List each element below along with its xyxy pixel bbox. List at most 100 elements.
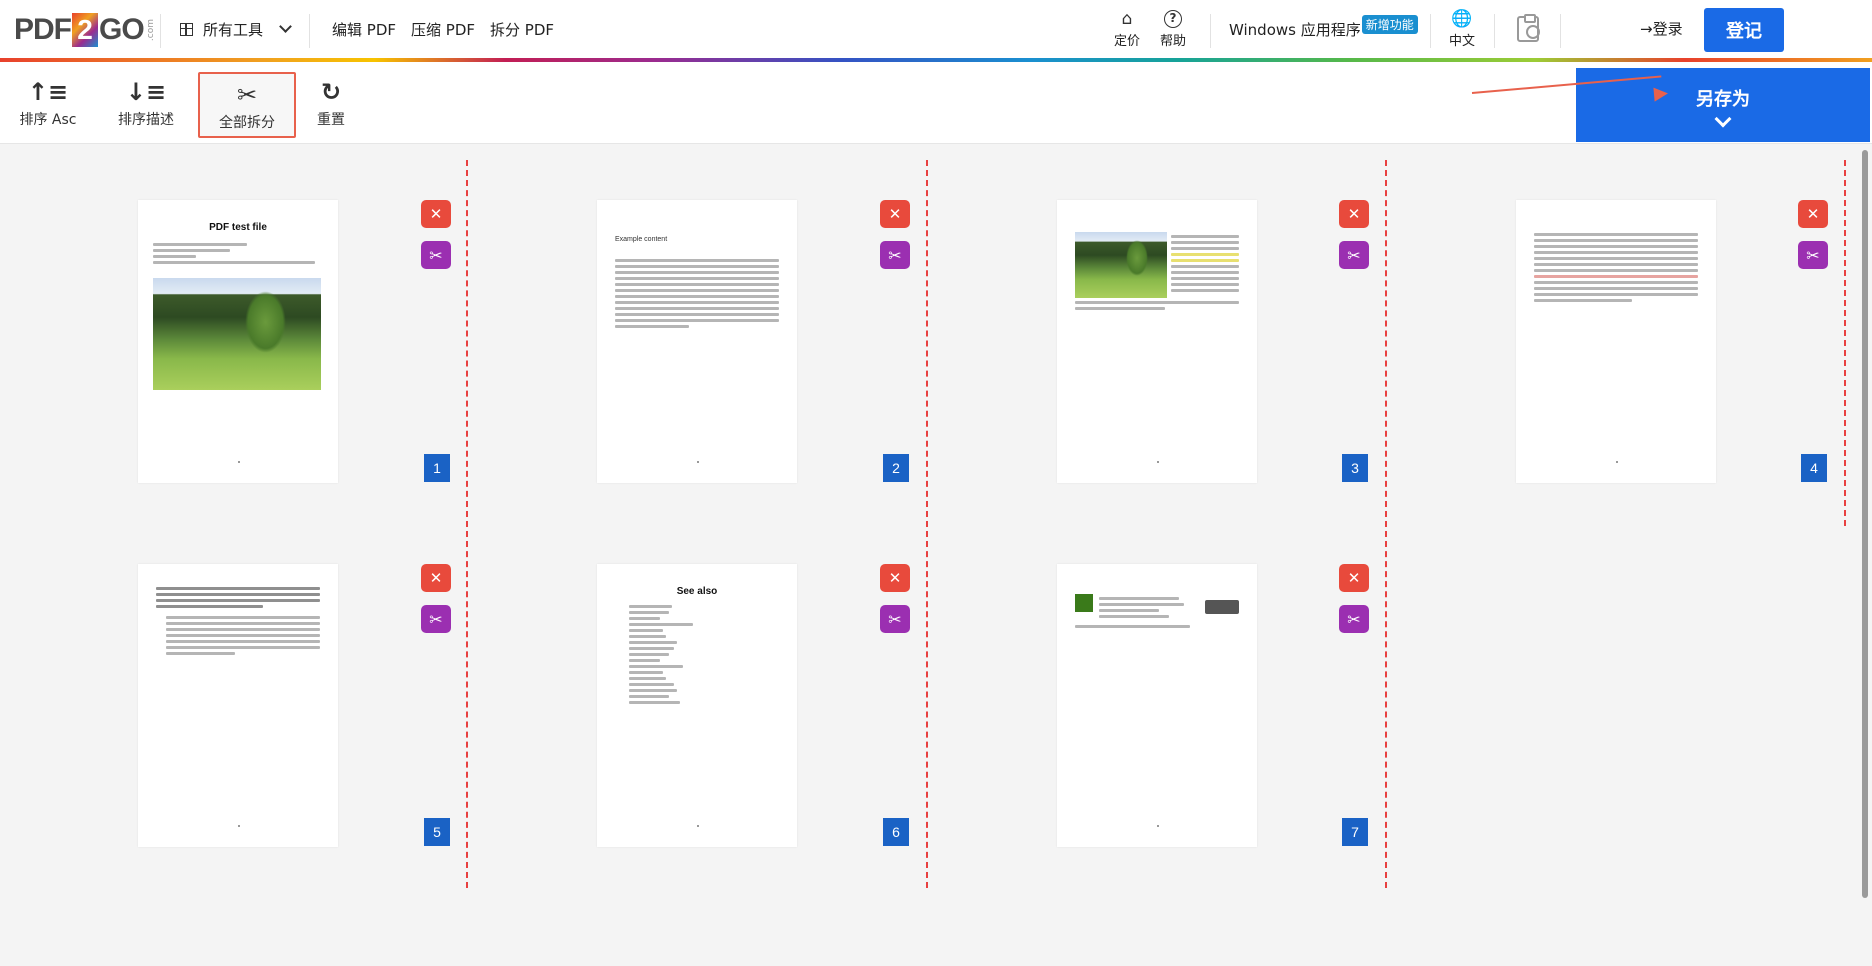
page-number-badge: 1 — [424, 454, 450, 482]
page-number-badge: 3 — [1342, 454, 1368, 482]
split-marker[interactable] — [1385, 160, 1387, 888]
delete-page-button[interactable]: ✕ — [1339, 200, 1369, 228]
delete-page-button[interactable]: ✕ — [1798, 200, 1828, 228]
pricing-label: 定价 — [1114, 34, 1141, 49]
sort-desc-button[interactable]: ↓≡ 排序描述 — [112, 70, 180, 134]
page-number-badge: 5 — [424, 818, 450, 846]
page-text-block — [1099, 594, 1199, 621]
scissors-icon: ✂ — [888, 245, 902, 265]
scissors-icon: ✂ — [1347, 609, 1361, 629]
annotation-arrow-head — [1653, 86, 1669, 102]
logo-text-pdf: PDF — [14, 13, 72, 46]
all-tools-menu[interactable]: 所有工具 — [180, 0, 292, 58]
new-feature-badge: 新增功能 — [1361, 14, 1418, 34]
language-selector[interactable]: 🌐 中文 — [1449, 8, 1475, 49]
sort-asc-button[interactable]: ↑≡ 排序 Asc — [18, 70, 78, 134]
page-image — [1075, 232, 1167, 298]
split-page-button[interactable]: ✂ — [421, 605, 451, 633]
page-footer-dot — [238, 825, 240, 827]
delete-page-button[interactable]: ✕ — [880, 200, 910, 228]
page-text-block — [156, 587, 320, 608]
scissors-icon: ✂ — [429, 245, 443, 265]
page-footer-dot — [238, 461, 240, 463]
split-marker[interactable] — [466, 160, 468, 888]
page-thumbnail[interactable]: Example content — [597, 200, 797, 483]
page-text-block — [1075, 301, 1239, 310]
grid-icon — [180, 22, 193, 36]
split-page-button[interactable]: ✂ — [1339, 241, 1369, 269]
delete-page-button[interactable]: ✕ — [421, 200, 451, 228]
windows-app-link[interactable]: Windows 应用程序 新增功能 — [1229, 0, 1418, 58]
scissors-icon: ✂ — [1806, 245, 1820, 265]
login-link[interactable]: →登录 — [1640, 18, 1683, 39]
page-thumbnail[interactable] — [1516, 200, 1716, 483]
pdf2go-logo[interactable]: PDF 2 GO .com — [14, 10, 156, 50]
reset-button[interactable]: ↻ 重置 — [310, 70, 352, 134]
split-page-button[interactable]: ✂ — [421, 241, 451, 269]
page-number-badge: 7 — [1342, 818, 1368, 846]
page-thumbnail[interactable]: PDF test file — [138, 200, 338, 483]
vertical-scrollbar[interactable] — [1862, 150, 1868, 898]
split-page-button[interactable]: ✂ — [1798, 241, 1828, 269]
clipboard-clock-icon — [1517, 14, 1540, 42]
delete-page-button[interactable]: ✕ — [421, 564, 451, 592]
nav-link-compress-pdf[interactable]: 压缩 PDF — [411, 0, 475, 58]
page-footer-dot — [1616, 461, 1618, 463]
chevron-down-icon — [1714, 110, 1732, 128]
page-footer-dot — [1157, 461, 1159, 463]
page-thumbnail[interactable] — [1057, 200, 1257, 483]
page-number-badge: 6 — [883, 818, 909, 846]
page-thumbnail[interactable]: See also — [597, 564, 797, 847]
help-link[interactable]: ? 帮助 — [1160, 8, 1186, 49]
windows-app-label: Windows 应用程序 — [1229, 20, 1361, 39]
nav-divider — [1210, 14, 1211, 48]
logo-text-com: .com — [145, 18, 156, 42]
page-title: PDF test file — [209, 222, 267, 233]
split-all-button[interactable]: ✂ 全部拆分 — [198, 72, 296, 138]
save-as-label: 另存为 — [1696, 89, 1750, 110]
page-number-badge: 4 — [1801, 454, 1827, 482]
page-text-block — [615, 259, 779, 328]
page-footer-dot — [697, 461, 699, 463]
delete-page-button[interactable]: ✕ — [880, 564, 910, 592]
close-icon: ✕ — [1347, 205, 1361, 223]
top-navigation: PDF 2 GO .com 所有工具 编辑 PDF 压缩 PDF 拆分 PDF … — [0, 0, 1872, 62]
split-page-button[interactable]: ✂ — [1339, 605, 1369, 633]
page-thumbnail[interactable] — [138, 564, 338, 847]
nav-divider — [1560, 14, 1561, 48]
split-all-label: 全部拆分 — [219, 115, 275, 131]
nav-link-split-pdf[interactable]: 拆分 PDF — [490, 0, 554, 58]
scissors-icon: ✂ — [888, 609, 902, 629]
scissors-icon: ✂ — [1347, 245, 1361, 265]
help-icon: ? — [1164, 8, 1182, 30]
split-marker[interactable] — [926, 160, 928, 888]
page-text-line — [1075, 625, 1190, 628]
page-number-badge: 2 — [883, 454, 909, 482]
page-text-block — [1534, 233, 1698, 302]
reset-label: 重置 — [317, 112, 345, 128]
page-thumbnail[interactable] — [1057, 564, 1257, 847]
page-footer-dot — [697, 825, 699, 827]
nav-link-edit-pdf[interactable]: 编辑 PDF — [332, 0, 396, 58]
page-bullet-list — [623, 605, 771, 704]
page-image — [153, 278, 321, 390]
logo-text-go: GO — [99, 13, 145, 46]
close-icon: ✕ — [1806, 205, 1820, 223]
sort-asc-label: 排序 Asc — [19, 112, 77, 128]
sort-desc-label: 排序描述 — [118, 112, 174, 128]
close-icon: ✕ — [429, 569, 443, 587]
globe-icon: 🌐 — [1451, 9, 1473, 29]
close-icon: ✕ — [1347, 569, 1361, 587]
scissors-icon: ✂ — [236, 81, 258, 109]
page-content — [1075, 594, 1239, 621]
split-page-button[interactable]: ✂ — [880, 605, 910, 633]
delete-page-button[interactable]: ✕ — [1339, 564, 1369, 592]
nav-divider — [1494, 14, 1495, 48]
history-button[interactable] — [1517, 14, 1540, 42]
split-page-button[interactable]: ✂ — [880, 241, 910, 269]
page-content — [1075, 232, 1239, 298]
split-marker[interactable] — [1844, 160, 1846, 526]
pricing-link[interactable]: ⌂ 定价 — [1114, 8, 1140, 49]
nav-divider — [309, 14, 310, 48]
signup-button[interactable]: 登记 — [1704, 8, 1784, 52]
